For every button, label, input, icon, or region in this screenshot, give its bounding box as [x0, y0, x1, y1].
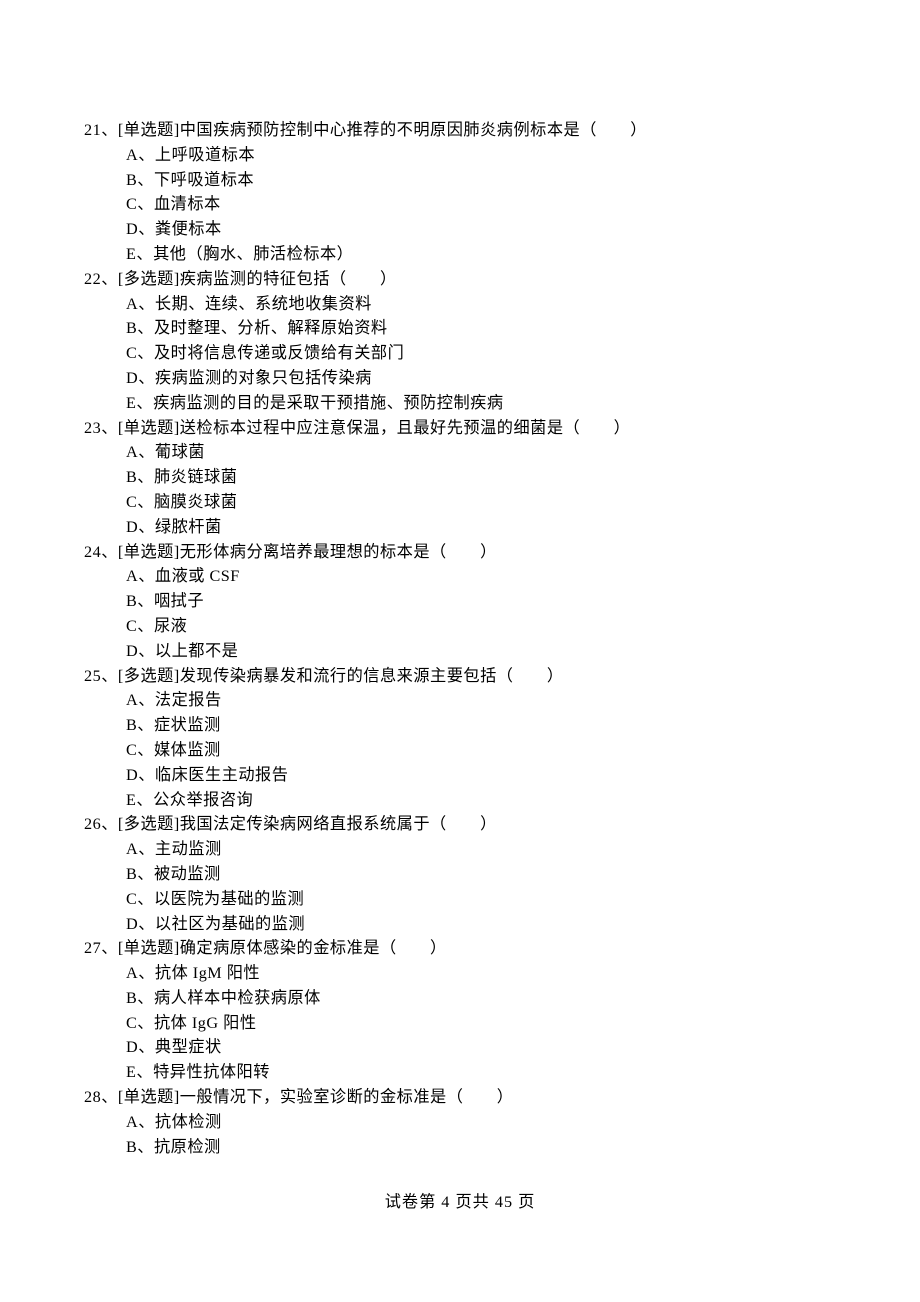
question-option: E、其他（胸水、肺活检标本） — [84, 242, 836, 267]
question-option: B、肺炎链球菌 — [84, 465, 836, 490]
question-text: 送检标本过程中应注意保温，且最好先预温的细菌是（ ） — [180, 419, 631, 437]
question-option: D、临床医生主动报告 — [84, 763, 836, 788]
question-option: E、公众举报咨询 — [84, 788, 836, 813]
question-type: [单选题] — [118, 543, 180, 561]
question-type: [单选题] — [118, 121, 180, 139]
question-option: C、以医院为基础的监测 — [84, 887, 836, 912]
question-option: C、抗体 IgG 阳性 — [84, 1011, 836, 1036]
question-type: [单选题] — [118, 939, 180, 957]
question-option: C、尿液 — [84, 614, 836, 639]
question-stem: 22、[多选题]疾病监测的特征包括（ ） — [84, 267, 836, 292]
question-option: C、及时将信息传递或反馈给有关部门 — [84, 341, 836, 366]
question-option: B、抗原检测 — [84, 1135, 836, 1160]
question-option: A、葡球菌 — [84, 440, 836, 465]
question-option: D、典型症状 — [84, 1035, 836, 1060]
question-type: [单选题] — [118, 1088, 180, 1106]
question-number: 21、 — [84, 121, 118, 139]
question-stem: 27、[单选题]确定病原体感染的金标准是（ ） — [84, 936, 836, 961]
question-stem: 28、[单选题]一般情况下，实验室诊断的金标准是（ ） — [84, 1085, 836, 1110]
question-text: 疾病监测的特征包括（ ） — [180, 270, 397, 288]
question-option: A、抗体 IgM 阳性 — [84, 961, 836, 986]
question-option: A、上呼吸道标本 — [84, 143, 836, 168]
question-number: 28、 — [84, 1088, 118, 1106]
question-number: 26、 — [84, 815, 118, 833]
question-type: [单选题] — [118, 419, 180, 437]
question-option: A、血液或 CSF — [84, 564, 836, 589]
question-option: D、以上都不是 — [84, 639, 836, 664]
question-option: C、血清标本 — [84, 192, 836, 217]
question-option: A、长期、连续、系统地收集资料 — [84, 292, 836, 317]
question-stem: 25、[多选题]发现传染病暴发和流行的信息来源主要包括（ ） — [84, 664, 836, 689]
question-option: B、咽拭子 — [84, 589, 836, 614]
question-option: A、主动监测 — [84, 837, 836, 862]
question-number: 27、 — [84, 939, 118, 957]
exam-page: 21、[单选题]中国疾病预防控制中心推荐的不明原因肺炎病例标本是（ ）A、上呼吸… — [0, 0, 920, 1199]
question-option: E、疾病监测的目的是采取干预措施、预防控制疾病 — [84, 391, 836, 416]
question-type: [多选题] — [118, 667, 180, 685]
question-stem: 21、[单选题]中国疾病预防控制中心推荐的不明原因肺炎病例标本是（ ） — [84, 118, 836, 143]
question-text: 发现传染病暴发和流行的信息来源主要包括（ ） — [180, 667, 564, 685]
question-number: 22、 — [84, 270, 118, 288]
question-text: 一般情况下，实验室诊断的金标准是（ ） — [180, 1088, 514, 1106]
question-stem: 24、[单选题]无形体病分离培养最理想的标本是（ ） — [84, 540, 836, 565]
questions-container: 21、[单选题]中国疾病预防控制中心推荐的不明原因肺炎病例标本是（ ）A、上呼吸… — [84, 118, 836, 1159]
question-option: E、特异性抗体阳转 — [84, 1060, 836, 1085]
question-option: D、绿脓杆菌 — [84, 515, 836, 540]
question-stem: 23、[单选题]送检标本过程中应注意保温，且最好先预温的细菌是（ ） — [84, 416, 836, 441]
question-number: 23、 — [84, 419, 118, 437]
question-option: B、下呼吸道标本 — [84, 168, 836, 193]
question-option: A、抗体检测 — [84, 1110, 836, 1135]
question-option: D、以社区为基础的监测 — [84, 912, 836, 937]
question-type: [多选题] — [118, 270, 180, 288]
question-number: 24、 — [84, 543, 118, 561]
question-option: B、病人样本中检获病原体 — [84, 986, 836, 1011]
page-footer: 试卷第 4 页共 45 页 — [0, 1188, 920, 1212]
question-text: 无形体病分离培养最理想的标本是（ ） — [180, 543, 497, 561]
question-option: D、粪便标本 — [84, 217, 836, 242]
question-type: [多选题] — [118, 815, 180, 833]
question-text: 确定病原体感染的金标准是（ ） — [180, 939, 447, 957]
question-option: D、疾病监测的对象只包括传染病 — [84, 366, 836, 391]
question-option: C、脑膜炎球菌 — [84, 490, 836, 515]
question-number: 25、 — [84, 667, 118, 685]
question-option: B、及时整理、分析、解释原始资料 — [84, 316, 836, 341]
question-option: B、症状监测 — [84, 713, 836, 738]
question-text: 中国疾病预防控制中心推荐的不明原因肺炎病例标本是（ ） — [180, 121, 647, 139]
question-text: 我国法定传染病网络直报系统属于（ ） — [180, 815, 497, 833]
question-option: B、被动监测 — [84, 862, 836, 887]
question-option: A、法定报告 — [84, 688, 836, 713]
page-number-text: 试卷第 4 页共 45 页 — [385, 1193, 536, 1211]
question-option: C、媒体监测 — [84, 738, 836, 763]
question-stem: 26、[多选题]我国法定传染病网络直报系统属于（ ） — [84, 812, 836, 837]
